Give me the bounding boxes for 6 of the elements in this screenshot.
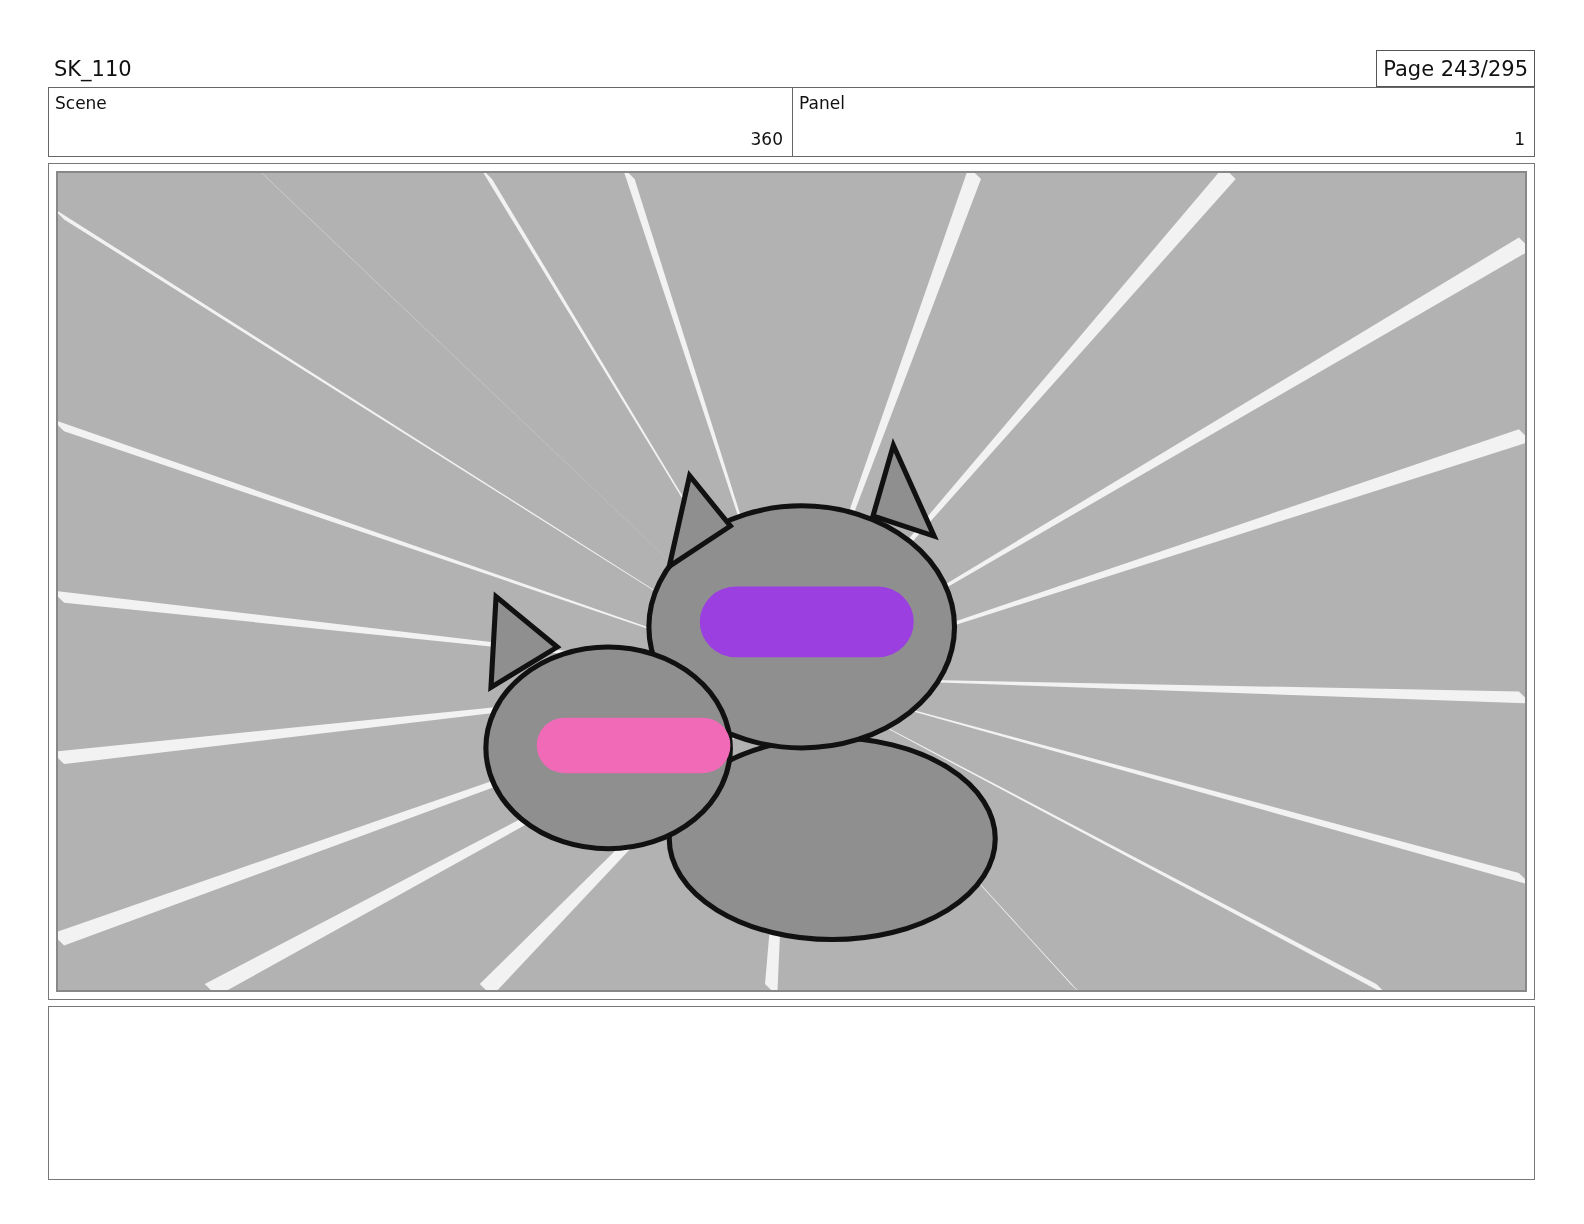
- field-value: 1: [1514, 129, 1525, 149]
- storyboard-title: SK_110: [53, 57, 132, 84]
- field-label: Scene: [55, 93, 107, 113]
- field-value: 360: [750, 129, 783, 149]
- page-number: Page 243/295: [1376, 50, 1535, 87]
- field-label: Panel: [799, 93, 845, 113]
